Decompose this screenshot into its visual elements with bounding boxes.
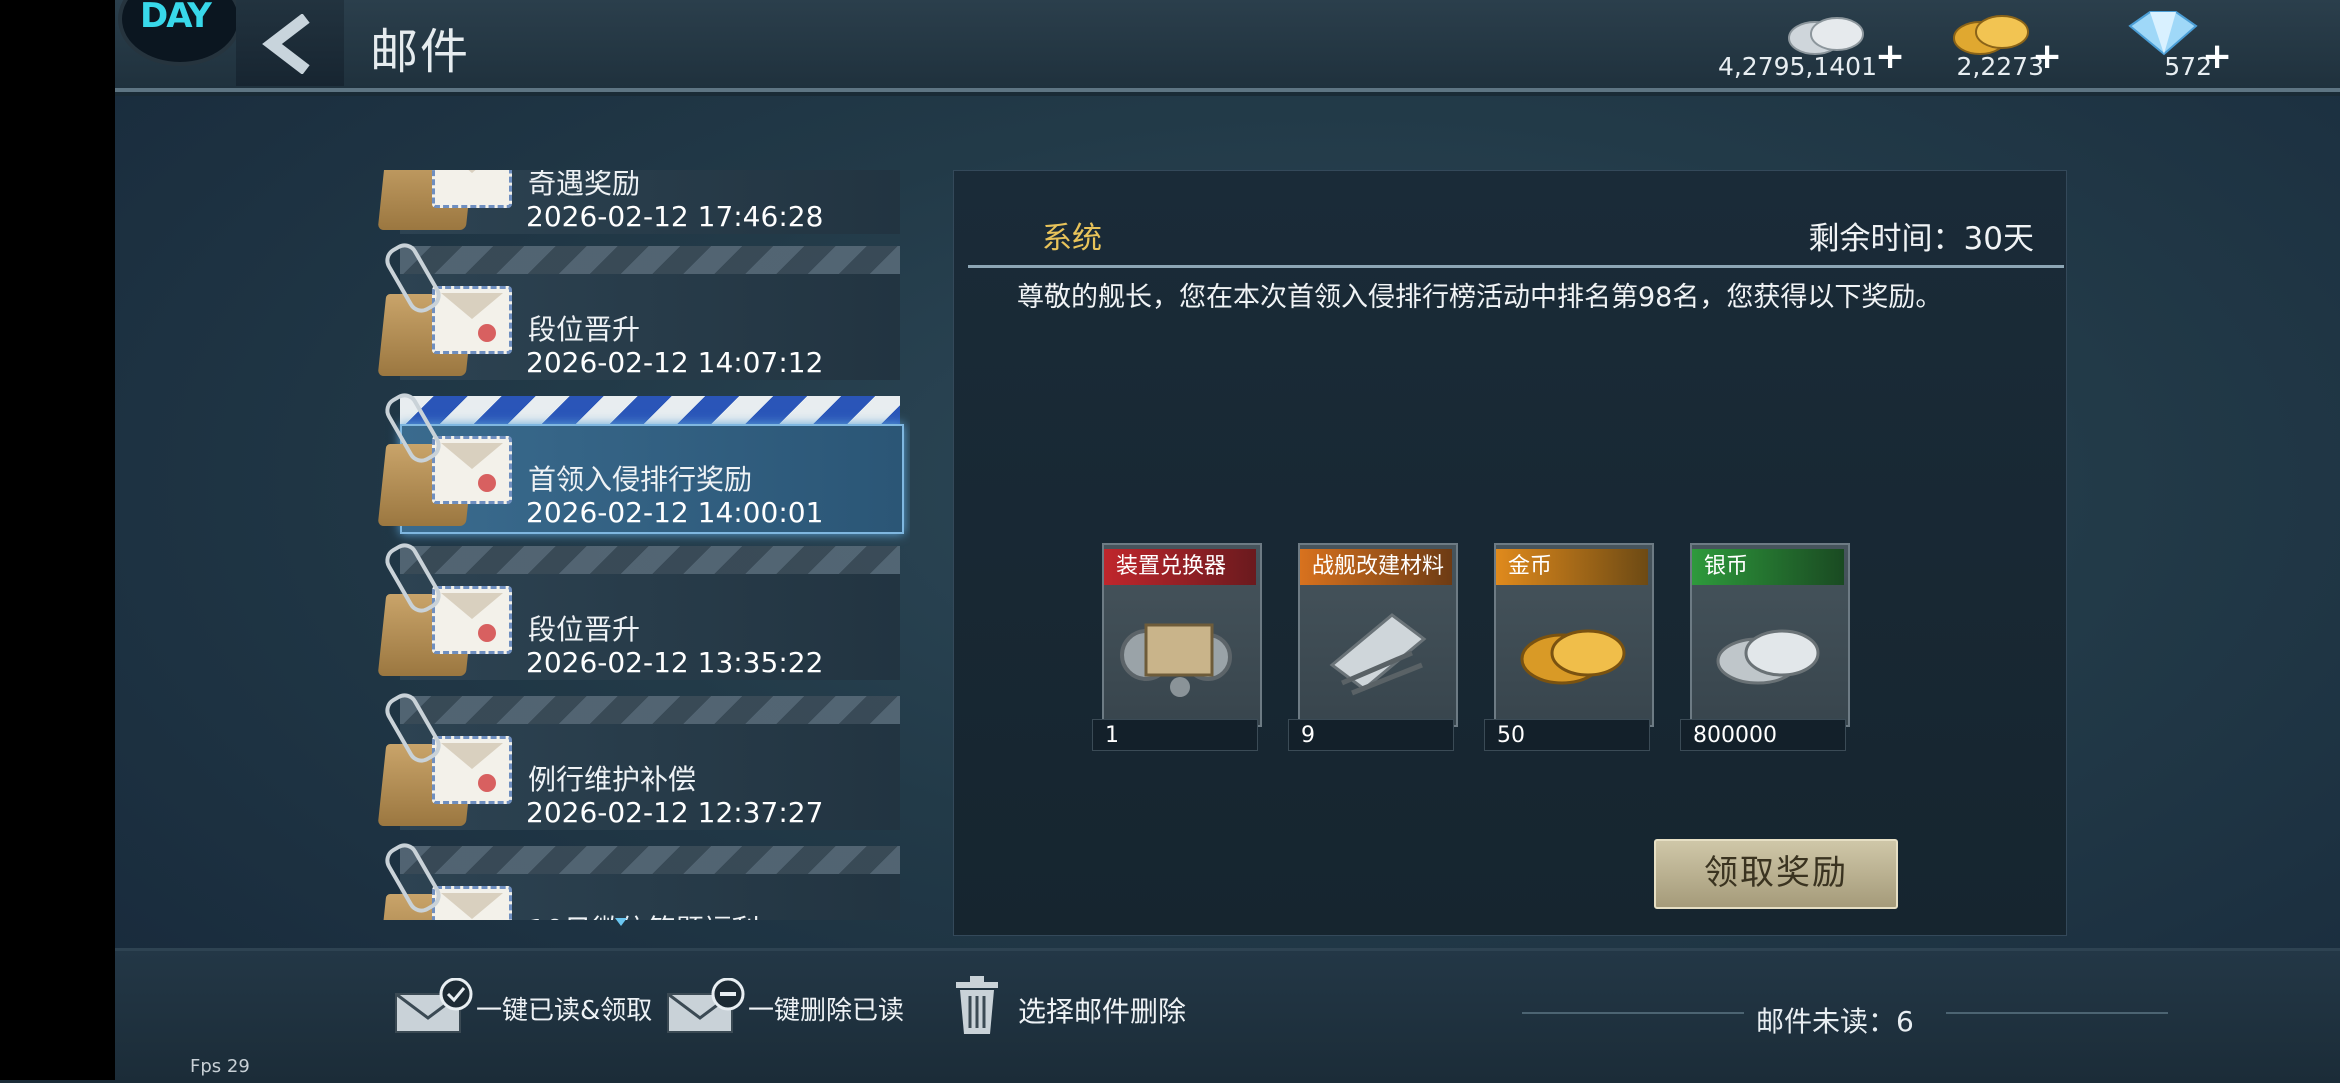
mail-item[interactable]: 例行维护补偿 2026-02-12 12:37:27 [370, 688, 900, 834]
mail-subject: 段位晋升 [528, 313, 641, 346]
mail-delete-icon [667, 978, 745, 1033]
select-delete-label: 选择邮件删除 [1018, 995, 1187, 1028]
mail-item[interactable]: 段位晋升 2026-02-12 13:35:22 [370, 538, 900, 684]
mail-subject: 奇遇奖励 [528, 170, 641, 200]
envelope-icon [432, 736, 512, 804]
mail-date: 2026-02-12 12:37:27 [526, 796, 824, 829]
silver-coin-icon [1716, 629, 1820, 685]
claim-reward-button[interactable]: 领取奖励 [1654, 839, 1898, 909]
seal-icon [478, 774, 496, 792]
gold-coin-icon [1520, 629, 1626, 685]
mail-date: 2026-02-12 13:35:22 [526, 646, 824, 679]
ship-material-icon [1329, 613, 1427, 696]
page-title: 邮件 [370, 24, 471, 80]
seal-icon [478, 624, 496, 642]
mail-item[interactable]: 段位晋升 2026-02-12 14:07:12 [370, 238, 900, 384]
scroll-down-indicator-icon [615, 918, 627, 926]
mail-body: 尊敬的舰长，您在本次首领入侵排行榜活动中排名第98名，您获得以下奖励。 [1017, 282, 1943, 313]
reward-count: 800000 [1680, 719, 1846, 751]
device-exchanger-icon [1120, 623, 1232, 697]
read-claim-all-label: 一键已读&领取 [476, 996, 653, 1026]
seal-icon [478, 324, 496, 342]
logo-text: DAY [140, 0, 212, 36]
mail-detail-panel: 系统 剩余时间：30天 尊敬的舰长，您在本次首领入侵排行榜活动中排名第98名，您… [953, 170, 2067, 936]
gold-add-button[interactable]: + [2032, 36, 2062, 77]
envelope-icon [432, 886, 512, 920]
reward-item[interactable]: 战舰改建材料 9 [1288, 543, 1458, 751]
mail-item-selected[interactable]: 首领入侵排行奖励 2026-02-12 14:00:01 [370, 388, 904, 534]
envelope-icon [432, 436, 512, 504]
mail-item[interactable]: 10日微信答题福利 [370, 838, 900, 920]
envelope-icon [432, 286, 512, 354]
mail-subject: 例行维护补偿 [528, 763, 697, 796]
seal-icon [478, 474, 496, 492]
divider-left [1522, 1012, 1744, 1014]
divider-right [1946, 1012, 2168, 1014]
select-delete-button[interactable]: 选择邮件删除 [952, 974, 1202, 1040]
mail-check-icon [395, 978, 473, 1033]
reward-name: 金币 [1496, 549, 1648, 585]
envelope-icon [432, 586, 512, 654]
mail-item[interactable]: 奇遇奖励 2026-02-12 17:46:28 [370, 170, 900, 238]
silver-amount: 4,2795,1401 [1717, 52, 1877, 81]
read-claim-all-button[interactable]: 一键已读&领取 [394, 978, 652, 1038]
mail-subject: 首领入侵排行奖励 [528, 463, 753, 496]
gold-amount: 2,2273 [1956, 52, 2044, 81]
diamond-currency: 572 + [2110, 0, 2232, 86]
back-button[interactable] [236, 0, 344, 86]
mail-date: 2026-02-12 14:00:01 [526, 496, 824, 529]
fps-counter: Fps 29 [190, 1056, 250, 1077]
reward-item[interactable]: 装置兑换器 1 [1092, 543, 1262, 751]
delete-read-label: 一键删除已读 [748, 996, 905, 1026]
silver-currency: 4,2795,1401 + [1715, 0, 1905, 86]
reward-name: 银币 [1692, 549, 1844, 585]
envelope-icon [432, 170, 512, 208]
mail-date: 2026-02-12 14:07:12 [526, 346, 824, 379]
remaining-time: 剩余时间：30天 [1808, 221, 2034, 257]
reward-count: 1 [1092, 719, 1258, 751]
mail-sender: 系统 [1042, 221, 1102, 256]
unread-count: 邮件未读：6 [1756, 1005, 1914, 1038]
reward-item[interactable]: 金币 50 [1484, 543, 1654, 751]
trash-icon [956, 976, 998, 1034]
delete-read-button[interactable]: 一键删除已读 [666, 978, 906, 1038]
reward-count: 9 [1288, 719, 1454, 751]
mail-list[interactable]: 奇遇奖励 2026-02-12 17:46:28 段位晋升 2026-02-12… [370, 170, 910, 920]
gold-currency: 2,2273 + [1940, 0, 2070, 86]
reward-item[interactable]: 银币 800000 [1680, 543, 1850, 751]
reward-list[interactable]: 装置兑换器 1 战舰改建材料 9 金币 50 银币 800000 [1092, 543, 1872, 753]
reward-count: 50 [1484, 719, 1650, 751]
reward-name: 装置兑换器 [1104, 549, 1256, 585]
back-arrow-icon [262, 14, 310, 74]
mail-detail-header: 系统 剩余时间：30天 [968, 171, 2064, 268]
left-black-bar [0, 0, 115, 1080]
mail-subject: 10日微信答题福利 [528, 908, 760, 920]
mail-date: 2026-02-12 17:46:28 [526, 200, 824, 233]
reward-name: 战舰改建材料 [1300, 549, 1452, 585]
mail-subject: 段位晋升 [528, 613, 641, 646]
diamond-add-button[interactable]: + [2202, 36, 2232, 77]
silver-add-button[interactable]: + [1875, 36, 1905, 77]
